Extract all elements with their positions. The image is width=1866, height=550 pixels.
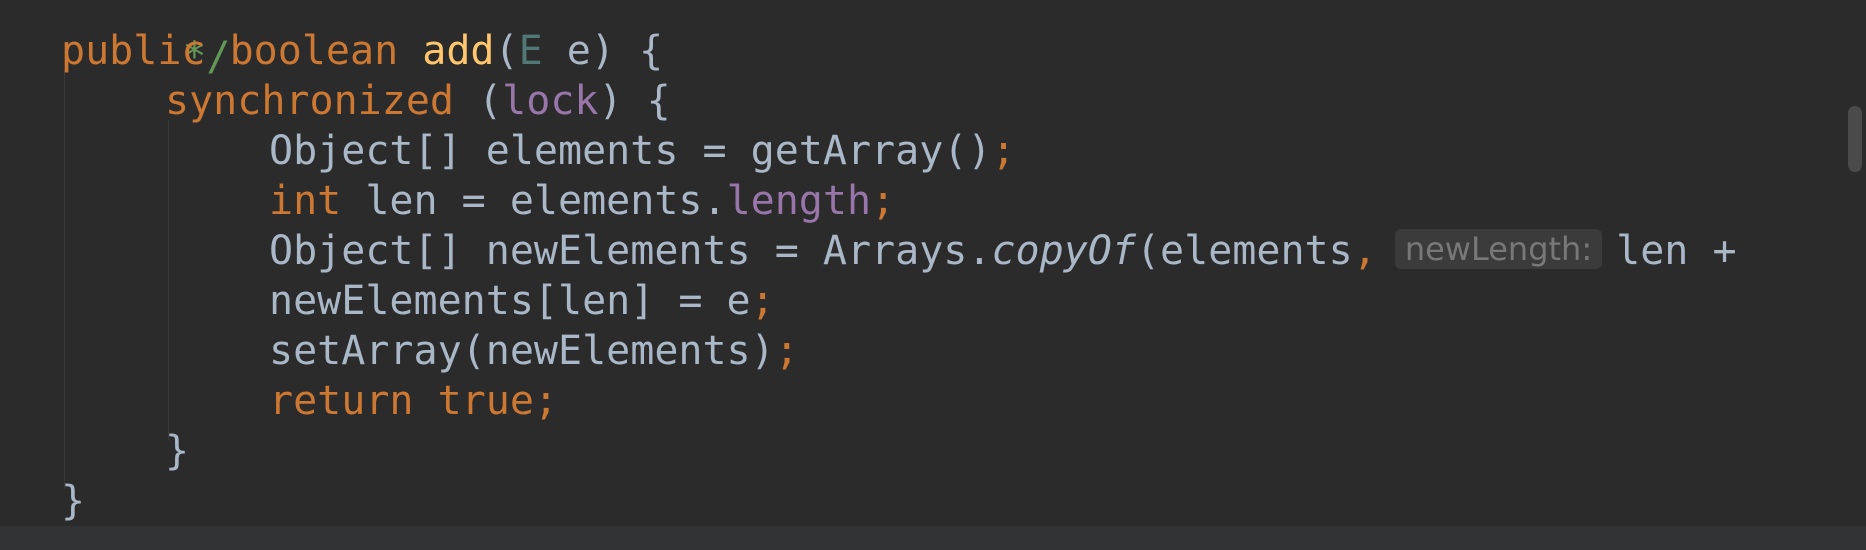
code-line-assign: newElements[len] = e;	[269, 276, 775, 326]
static-method-copyof: copyOf	[991, 228, 1136, 274]
field-length: length	[726, 178, 872, 224]
code-line-len: int len = elements.length;	[269, 176, 895, 226]
code-line-return: return true;	[269, 376, 558, 426]
parameter-hint: newLength:	[1394, 229, 1603, 269]
horizontal-scrollbar[interactable]	[0, 526, 1866, 550]
indent-guide-method	[64, 70, 65, 490]
code-line-copy-of: Object[] newElements = Arrays.copyOf(ele…	[269, 226, 1737, 276]
field-lock: lock	[502, 78, 599, 124]
args-text: (elements	[1135, 228, 1353, 274]
statement-text: setArray(newElements)	[269, 328, 775, 374]
statement-text: Object[] elements = getArray()	[269, 128, 992, 174]
semicolon: ;	[533, 378, 559, 424]
args-rest: len +	[1616, 228, 1737, 274]
statement-text: newElements[len] = e	[269, 278, 751, 324]
param-rest: e) {	[542, 28, 664, 74]
semicolon: ;	[774, 328, 799, 374]
keyword-return: return	[269, 378, 414, 424]
keyword-synchronized: synchronized	[165, 78, 454, 124]
semicolon: ;	[750, 278, 775, 324]
param-open: (	[494, 28, 519, 74]
code-line-set-array: setArray(newElements);	[269, 326, 799, 376]
code-line-close-sync: }	[165, 426, 189, 476]
method-name: add	[422, 28, 495, 74]
code-editor[interactable]: */ public boolean add(E e) { synchronize…	[0, 0, 1866, 550]
semicolon: ;	[871, 178, 896, 224]
statement-text: len = elements.	[341, 178, 727, 224]
statement-text: Object[] newElements = Arrays.	[269, 228, 992, 274]
keyword-public: public	[61, 28, 206, 74]
indent-guide-sync	[168, 120, 169, 440]
code-line-method-signature: public boolean add(E e) {	[61, 26, 663, 76]
keyword-int: int	[269, 178, 342, 224]
code-line-synchronized: synchronized (lock) {	[165, 76, 671, 126]
keyword-true: true	[437, 378, 534, 424]
keyword-boolean: boolean	[229, 28, 399, 74]
sync-close: ) {	[598, 78, 671, 124]
vertical-scrollbar-thumb[interactable]	[1848, 106, 1862, 172]
code-line-close-method: }	[61, 476, 85, 526]
code-line-get-array: Object[] elements = getArray();	[269, 126, 1016, 176]
type-parameter: E	[518, 28, 543, 74]
comma: ,	[1352, 228, 1377, 274]
closing-brace: }	[165, 428, 190, 474]
semicolon: ;	[991, 128, 1016, 174]
sync-open: (	[478, 78, 503, 124]
closing-brace: }	[61, 478, 86, 524]
